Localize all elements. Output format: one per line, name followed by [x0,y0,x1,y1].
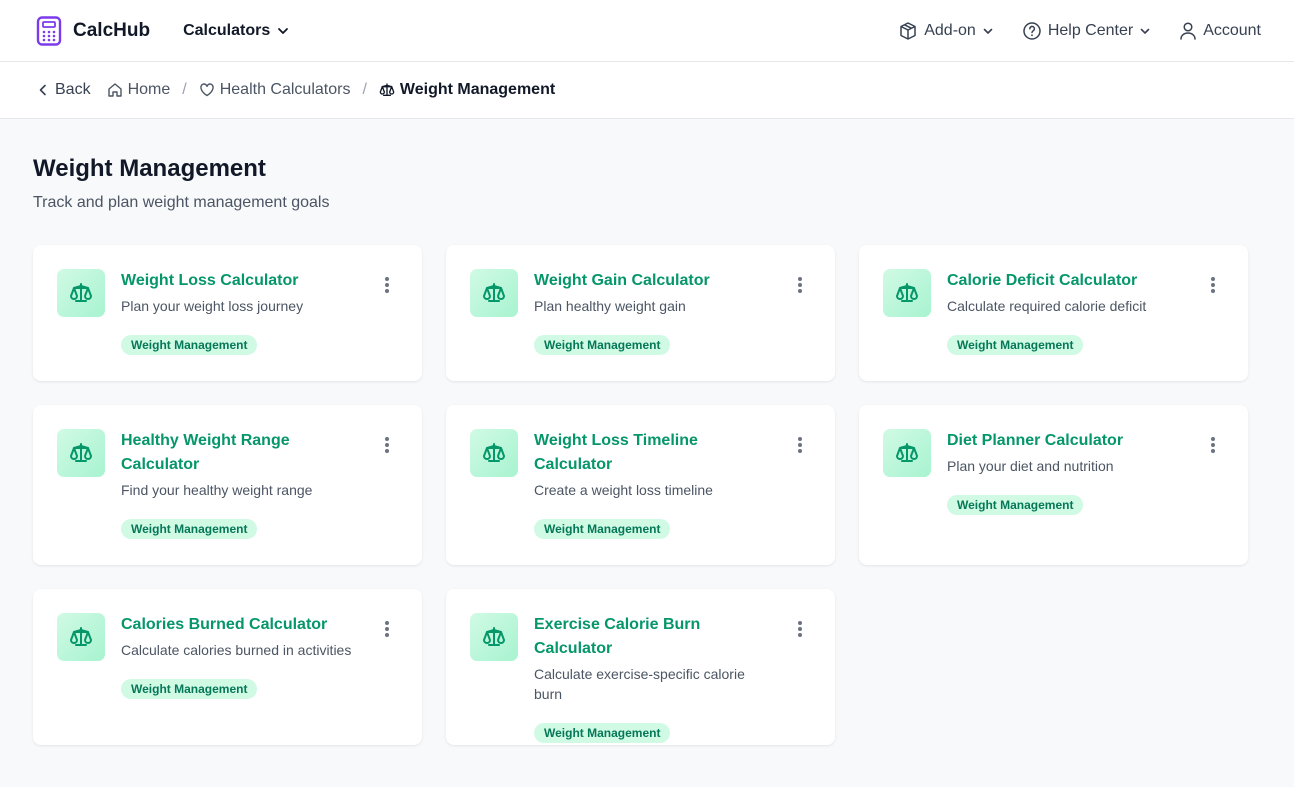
calculators-menu[interactable]: Calculators [183,22,290,40]
calculator-card[interactable]: Calorie Deficit Calculator Calculate req… [859,245,1248,381]
page-title: Weight Management [33,155,266,182]
card-title: Calorie Deficit Calculator [947,272,1138,289]
more-options-icon[interactable] [380,275,394,295]
card-description: Create a weight loss timeline [534,482,713,498]
card-description: Find your healthy weight range [121,482,313,498]
main-content: Weight Management Track and plan weight … [0,119,1294,745]
calculators-menu-label: Calculators [183,21,271,39]
more-options-icon[interactable] [380,619,394,639]
calculator-card[interactable]: Weight Loss Timeline Calculator Create a… [446,405,835,565]
addon-label: Add-on [924,21,976,39]
brand[interactable]: CalcHub [36,15,151,46]
back-label: Back [55,81,91,98]
top-navbar: CalcHub Calculators Add-on Help Center A… [0,0,1294,62]
scale-icon [57,613,105,661]
more-options-icon[interactable] [793,275,807,295]
calculator-card[interactable]: Healthy Weight Range Calculator Find you… [33,405,422,565]
card-description: Calculate calories burned in activities [121,642,352,658]
card-title: Weight Loss Timeline Calculator [534,432,698,473]
calculator-card[interactable]: Weight Loss Calculator Plan your weight … [33,245,422,381]
card-title: Weight Gain Calculator [534,272,710,289]
help-circle-icon [1023,21,1041,40]
card-title: Healthy Weight Range Calculator [121,432,290,473]
scale-icon [470,269,518,317]
card-tag-badge: Weight Management [534,723,671,743]
card-description: Plan your weight loss journey [121,298,304,314]
chevron-down-icon [1140,28,1150,34]
more-options-icon[interactable] [1206,435,1220,455]
calculator-grid: Weight Loss Calculator Plan your weight … [33,245,1261,745]
breadcrumb-current: Weight Management [379,81,555,99]
card-description: Calculate required calorie deficit [947,298,1147,314]
breadcrumb-home[interactable]: Home [107,81,171,99]
calculator-logo-icon [36,15,62,46]
card-tag-badge: Weight Management [534,335,671,355]
calculator-card[interactable]: Exercise Calorie Burn Calculator Calcula… [446,589,835,745]
calculator-card[interactable]: Calories Burned Calculator Calculate cal… [33,589,422,745]
addon-menu[interactable]: Add-on [898,21,994,41]
heart-icon [200,83,214,97]
card-tag-badge: Weight Management [121,679,258,699]
card-tag-badge: Weight Management [534,519,671,539]
account-label: Account [1203,21,1261,39]
chevron-left-icon [39,84,46,96]
scale-icon [379,83,395,96]
card-tag-badge: Weight Management [947,495,1084,515]
scale-icon [883,269,931,317]
card-description: Plan healthy weight gain [534,298,686,314]
more-options-icon[interactable] [793,619,807,639]
chevron-down-icon [278,27,289,34]
breadcrumb-current-label: Weight Management [399,81,556,98]
more-options-icon[interactable] [793,435,807,455]
more-options-icon[interactable] [1206,275,1220,295]
home-icon [107,83,122,97]
back-link[interactable]: Back [36,81,91,99]
scale-icon [57,429,105,477]
card-title: Calories Burned Calculator [121,616,328,633]
scale-icon [57,269,105,317]
breadcrumb-category-label: Health Calculators [219,81,351,98]
package-icon [900,21,916,40]
card-title: Exercise Calorie Burn Calculator [534,616,701,657]
brand-name: CalcHub [73,19,151,41]
card-title: Weight Loss Calculator [121,272,299,289]
card-description: Plan your diet and nutrition [947,458,1114,474]
help-center-menu[interactable]: Help Center [1022,21,1151,41]
breadcrumb-health-calculators[interactable]: Health Calculators [199,81,351,99]
card-tag-badge: Weight Management [121,335,258,355]
chevron-down-icon [983,28,993,34]
help-center-label: Help Center [1047,21,1134,39]
breadcrumb-home-label: Home [127,81,171,98]
card-tag-badge: Weight Management [121,519,258,539]
user-icon [1180,21,1196,40]
scale-icon [470,429,518,477]
card-description: Calculate exercise-specific calorie burn [534,666,745,702]
card-title: Diet Planner Calculator [947,432,1124,449]
breadcrumb: Back Home / Health Calculators / Weight … [0,62,1294,119]
calculator-card[interactable]: Weight Gain Calculator Plan healthy weig… [446,245,835,381]
more-options-icon[interactable] [380,435,394,455]
account-menu[interactable]: Account [1179,21,1261,41]
calculator-card[interactable]: Diet Planner Calculator Plan your diet a… [859,405,1248,565]
breadcrumb-separator: / [182,81,187,98]
scale-icon [470,613,518,661]
breadcrumb-separator: / [362,81,367,98]
scale-icon [883,429,931,477]
page-subtitle: Track and plan weight management goals [33,194,330,211]
card-tag-badge: Weight Management [947,335,1084,355]
